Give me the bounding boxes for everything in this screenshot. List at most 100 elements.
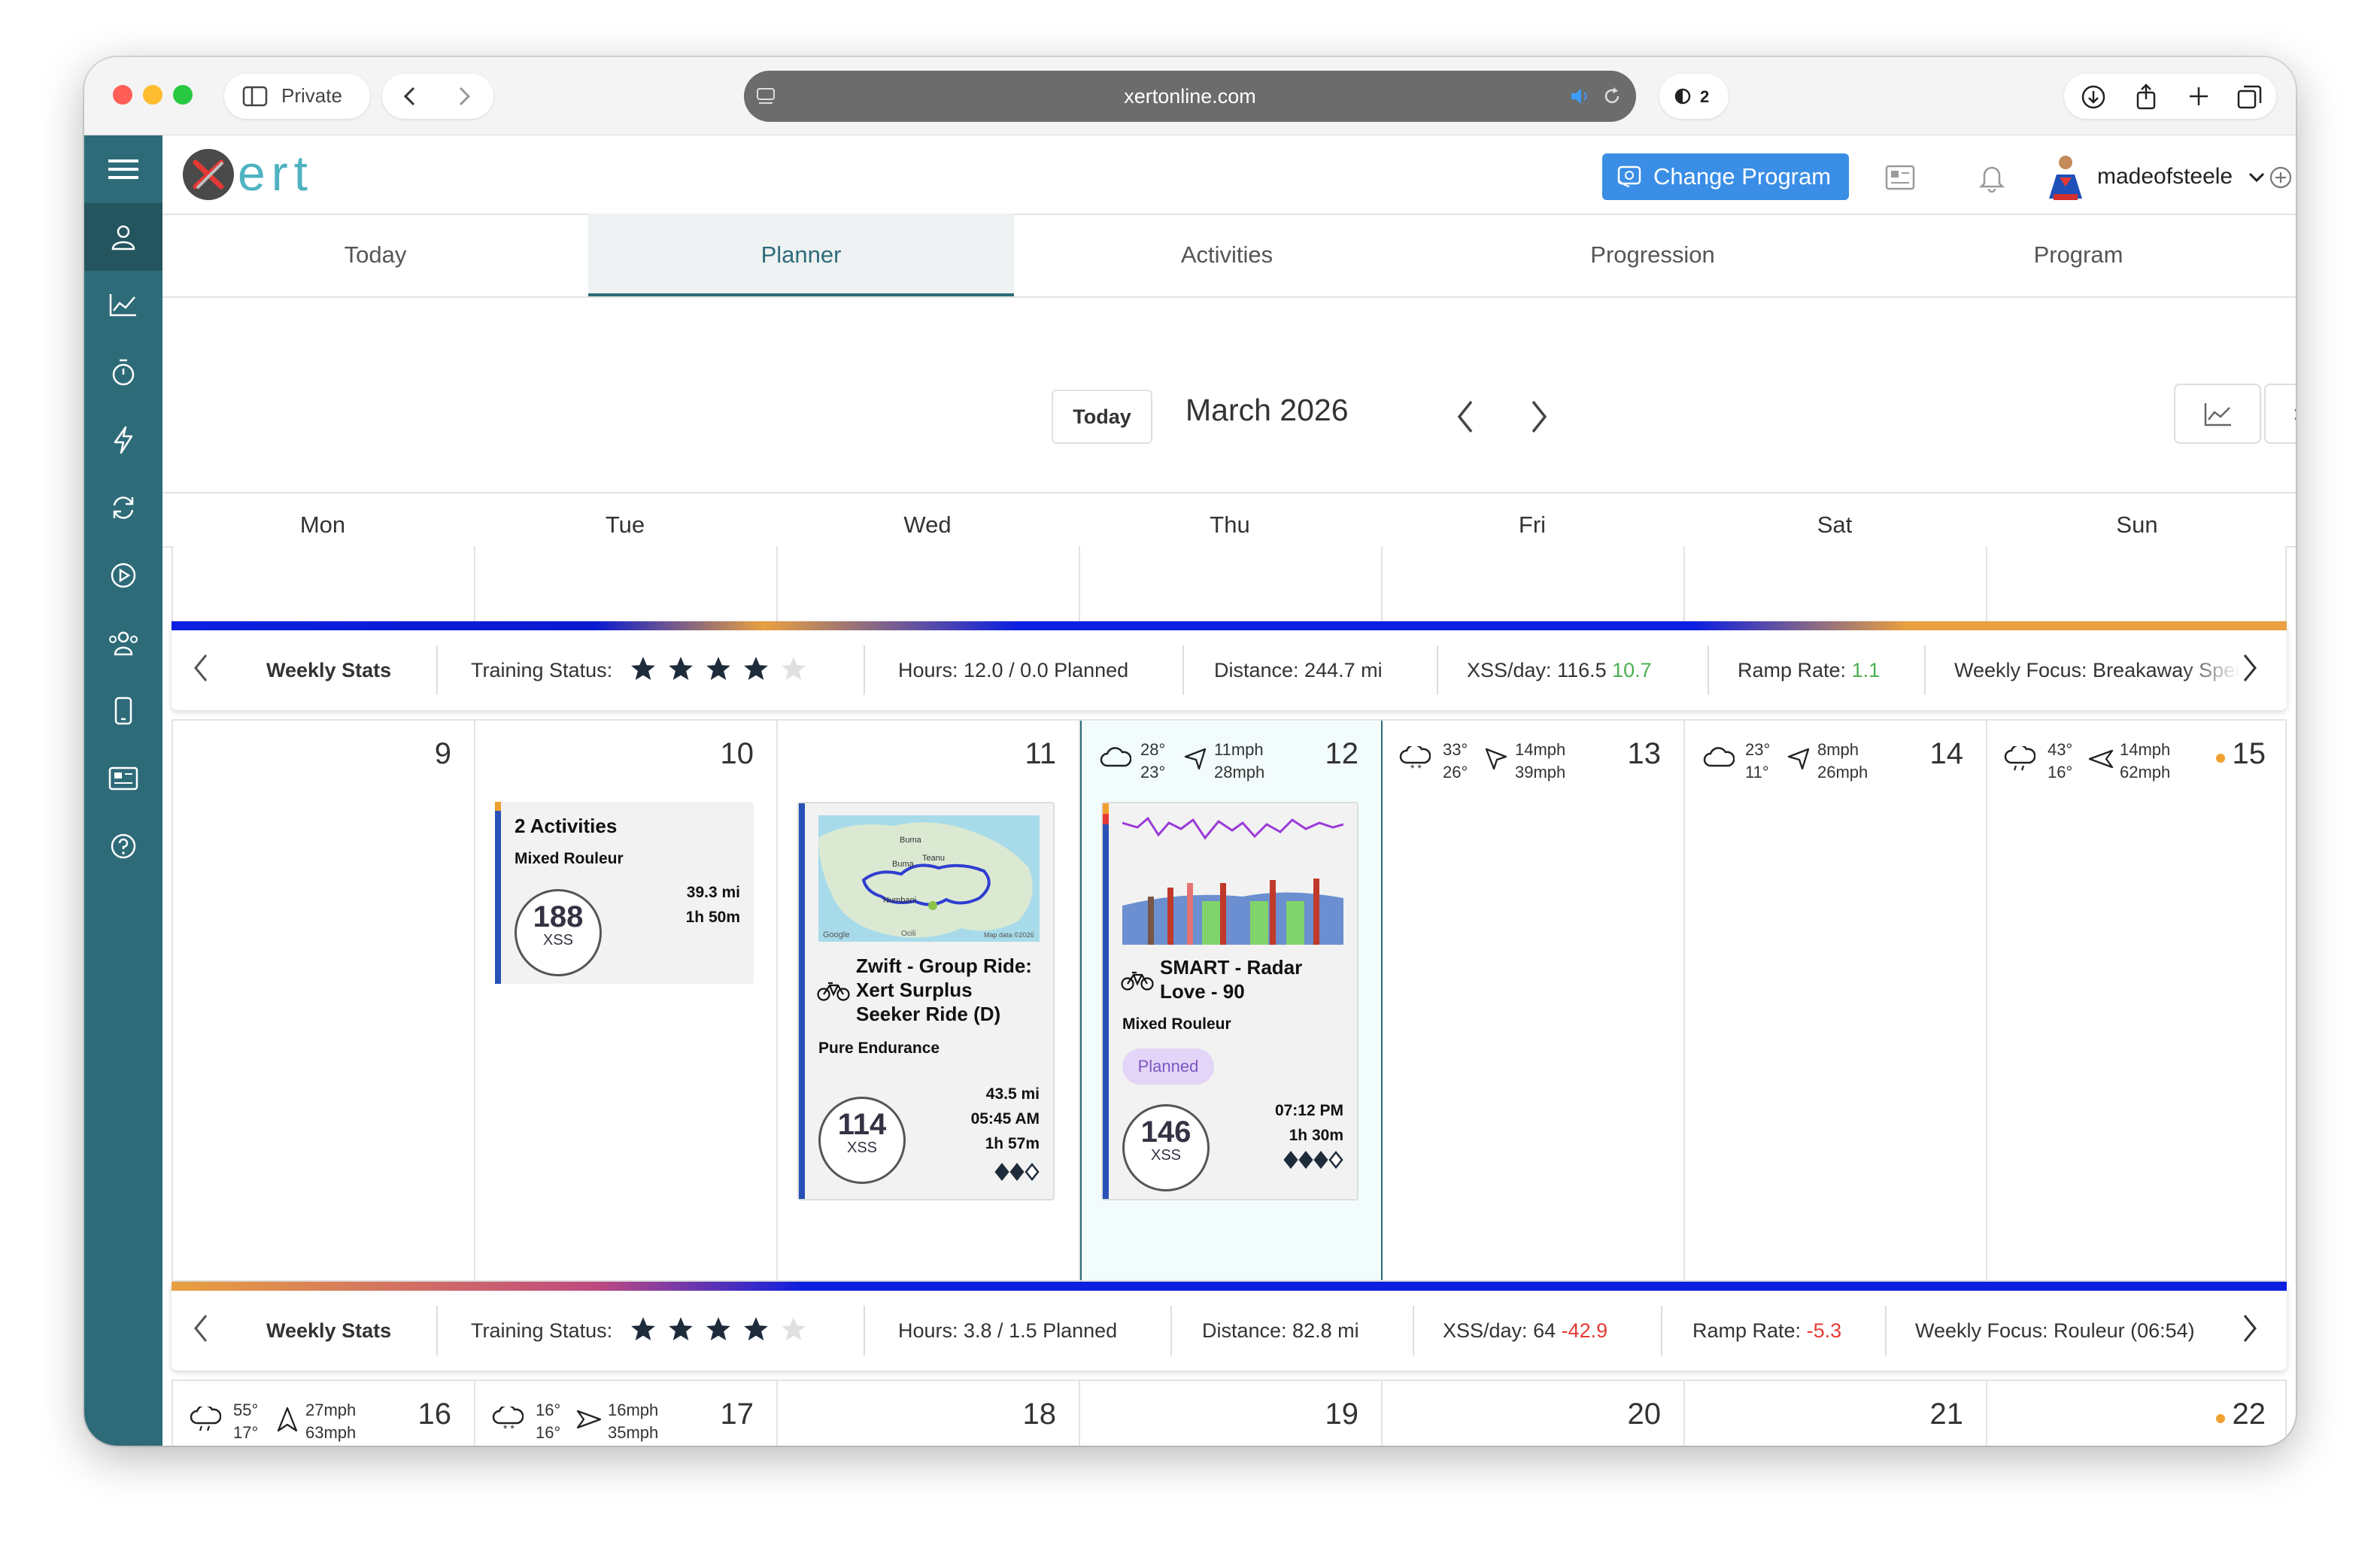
tab-activities[interactable]: Activities — [1014, 214, 1440, 296]
main-content: ert Change Program madeofsteele Today Pl… — [162, 135, 2296, 1446]
temp-low: 26° — [1443, 763, 1468, 782]
card-accent — [1103, 803, 1109, 1199]
sidebar-item-player[interactable] — [84, 542, 162, 609]
day-cell[interactable] — [173, 546, 475, 626]
day-cell[interactable] — [1987, 546, 2288, 626]
svg-text:* *: * * — [1410, 762, 1422, 772]
day-cell[interactable] — [1685, 546, 1987, 626]
address-bar[interactable]: xertonline.com — [744, 71, 1636, 122]
previous-month-icon[interactable] — [1455, 399, 1476, 435]
sidebar-item-energy[interactable] — [84, 406, 162, 474]
chevron-left-icon[interactable] — [193, 653, 209, 683]
snow-cloud-icon: * * — [1399, 746, 1431, 772]
activity-card-wed[interactable]: Buma Teanu Buma Numbani Google Map data … — [797, 802, 1055, 1200]
card-start-time: 05:45 AM — [970, 1110, 1040, 1128]
chevron-right-icon[interactable] — [2242, 1313, 2258, 1343]
extension-button[interactable]: 2 — [1659, 74, 1729, 119]
ramp-rate-stat: Ramp Rate: -5.3 — [1692, 1291, 1841, 1370]
day-cell-17[interactable]: * * 16° 16° 16mph 35mph 17 — [475, 1381, 778, 1446]
zoom-window-button[interactable] — [173, 85, 193, 105]
day-cell[interactable] — [1080, 546, 1383, 626]
sidebar-item-community[interactable] — [84, 609, 162, 677]
sidebar-item-sync[interactable] — [84, 474, 162, 542]
sidebar-item-timer[interactable] — [84, 338, 162, 406]
wind-speed: 14mph — [1515, 740, 1566, 759]
day-cell-22[interactable]: 22 — [1987, 1381, 2288, 1446]
new-tab-icon[interactable] — [2187, 85, 2210, 108]
day-cell[interactable] — [1383, 546, 1685, 626]
xss-label: XSS — [1150, 1147, 1182, 1164]
difficulty-rating — [1283, 1150, 1343, 1170]
card-distance: 43.5 mi — [985, 1085, 1040, 1103]
temperature: 55° 17° — [233, 1399, 258, 1444]
day-header-tue: Tue — [605, 511, 645, 538]
week-row-1 — [172, 546, 2287, 627]
day-cell-18[interactable]: 18 — [778, 1381, 1080, 1446]
audio-icon[interactable] — [1570, 87, 1592, 105]
day-cell-16[interactable]: 55° 17° 27mph 63mph 16 — [173, 1381, 475, 1446]
day-cell-21[interactable]: 21 — [1685, 1381, 1987, 1446]
xss-delta: 10.7 — [1612, 659, 1652, 681]
diamond-half-icon — [1025, 1162, 1040, 1182]
menu-button[interactable] — [84, 135, 162, 203]
sidebar-item-help[interactable] — [84, 812, 162, 880]
day-cell-19[interactable]: 19 — [1080, 1381, 1383, 1446]
sidebar-toggle-private[interactable]: Private — [224, 74, 370, 119]
share-icon[interactable] — [2133, 83, 2159, 110]
tab-overview-icon[interactable] — [2237, 84, 2263, 110]
bike-icon — [1121, 971, 1154, 991]
day-cell-10[interactable]: 10 2 Activities Mixed Rouleur 188 XSS 39.… — [475, 721, 778, 1280]
user-menu[interactable]: madeofsteele — [2043, 152, 2284, 203]
forward-icon[interactable] — [457, 86, 472, 107]
sidebar-item-news[interactable] — [84, 745, 162, 812]
today-button[interactable]: Today — [1052, 390, 1152, 444]
settings-button[interactable] — [2264, 384, 2296, 444]
temp-high: 23° — [1745, 740, 1771, 759]
bell-icon[interactable] — [1978, 162, 2005, 193]
tab-program[interactable]: Program — [1865, 214, 2291, 296]
browser-actions — [2064, 74, 2276, 119]
wind: 16mph 35mph — [608, 1399, 658, 1444]
day-cell[interactable] — [778, 546, 1080, 626]
day-cell-9[interactable]: 9 — [173, 721, 475, 1280]
training-status-label: Training Status: — [471, 1319, 613, 1342]
tab-planner[interactable]: Planner — [588, 214, 1014, 296]
download-icon[interactable] — [2081, 84, 2106, 110]
tab-today[interactable]: Today — [162, 214, 588, 296]
chevron-left-icon[interactable] — [193, 1313, 209, 1343]
day-cell-12-today[interactable]: 28° 23° 11mph 28mph 12 SMART - Radar Lov… — [1080, 721, 1383, 1280]
divider — [1924, 645, 1926, 695]
chevron-right-icon[interactable] — [2242, 653, 2258, 683]
add-circle-icon[interactable] — [2269, 165, 2293, 190]
tab-progression[interactable]: Progression — [1440, 214, 1865, 296]
xert-logo-mark — [183, 149, 234, 200]
minimize-window-button[interactable] — [143, 85, 162, 105]
day-cell-14[interactable]: 23° 11° 8mph 26mph 14 — [1685, 721, 1987, 1280]
activity-card-tue[interactable]: 2 Activities Mixed Rouleur 188 XSS 39.3 m… — [495, 802, 754, 984]
snow-cloud-icon: * * — [492, 1407, 524, 1432]
sidebar-item-charts[interactable] — [84, 271, 162, 338]
next-month-icon[interactable] — [1528, 399, 1550, 435]
close-window-button[interactable] — [113, 85, 132, 105]
reload-icon[interactable] — [1601, 86, 1623, 107]
wind-gust: 35mph — [608, 1423, 659, 1442]
star-filled-icon — [669, 657, 693, 681]
status-dot — [2216, 754, 2225, 763]
day-cell-13[interactable]: * * 33° 26° 14mph 39mph 13 — [1383, 721, 1685, 1280]
day-cell-20[interactable]: 20 — [1383, 1381, 1685, 1446]
chevron-down-icon — [2248, 172, 2265, 183]
chart-view-button[interactable] — [2174, 384, 2261, 444]
xert-logo[interactable]: ert — [181, 145, 346, 203]
day-number: 12 — [1325, 737, 1359, 770]
change-program-button[interactable]: Change Program — [1602, 153, 1849, 200]
back-icon[interactable] — [402, 86, 417, 107]
day-cell[interactable] — [475, 546, 778, 626]
sidebar-item-profile[interactable] — [84, 203, 162, 271]
day-cell-11[interactable]: 11 Buma Teanu Buma Numbani Google Map da… — [778, 721, 1080, 1280]
page-settings-icon[interactable] — [756, 87, 776, 105]
star-empty-icon — [782, 657, 806, 681]
sidebar-item-mobile[interactable] — [84, 677, 162, 745]
news-icon[interactable] — [1885, 164, 1915, 191]
planned-workout-card[interactable]: SMART - Radar Love - 90 Mixed Rouleur Pla… — [1101, 802, 1358, 1200]
day-cell-15[interactable]: 43° 16° 14mph 62mph 15 — [1987, 721, 2288, 1280]
